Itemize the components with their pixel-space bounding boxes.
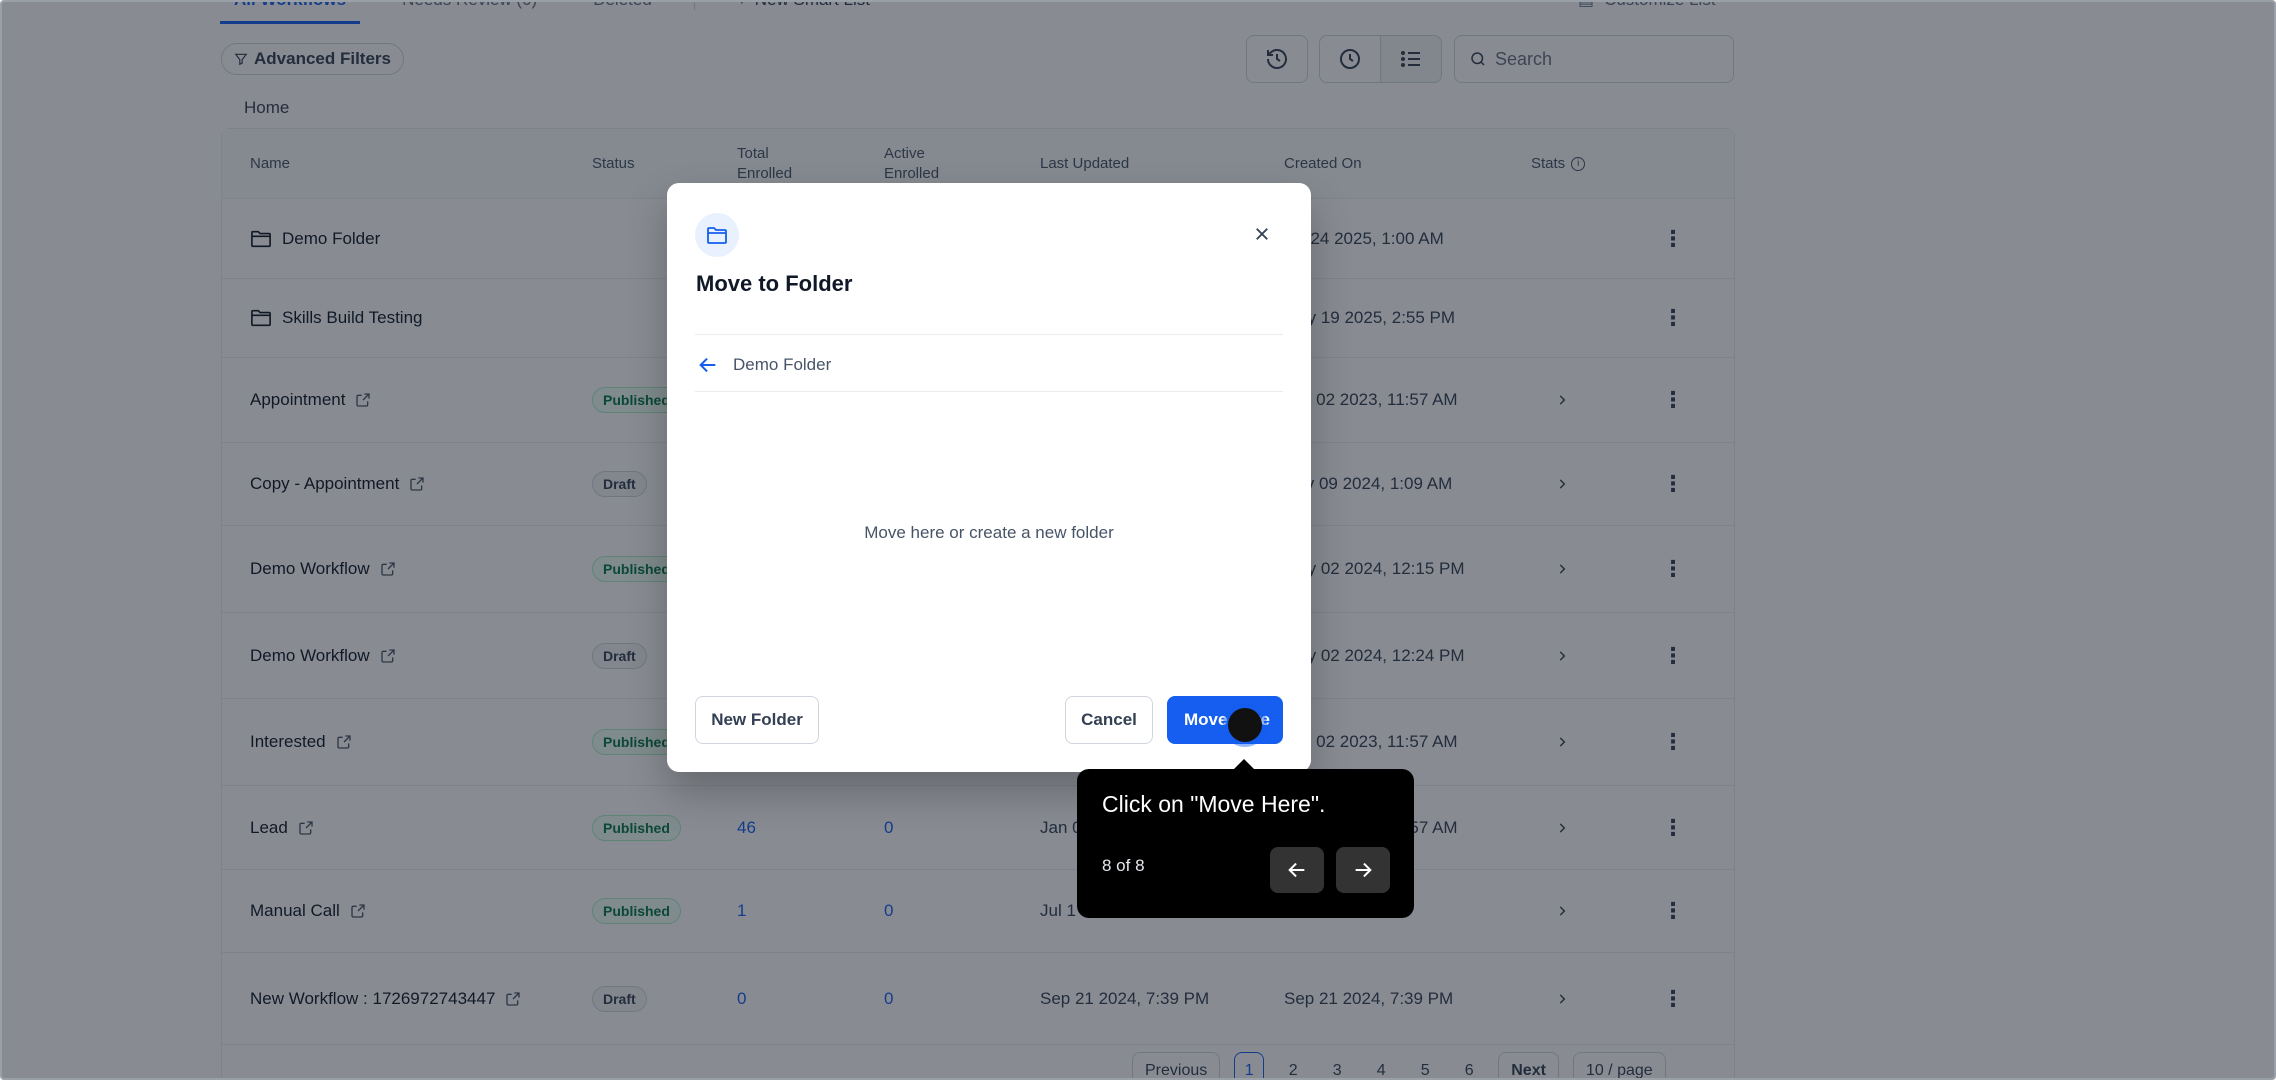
move-here-button[interactable]: Move Here <box>1167 696 1283 744</box>
tooltip-step-counter: 8 of 8 <box>1102 856 1145 875</box>
move-to-folder-modal: Move to Folder Demo Folder Move here or … <box>667 183 1311 772</box>
tooltip-instruction: Click on "Move Here". <box>1102 791 1326 817</box>
tooltip-previous-button[interactable] <box>1270 847 1324 893</box>
modal-divider <box>695 391 1283 392</box>
arrow-left-icon <box>1288 862 1305 878</box>
current-folder-name: Demo Folder <box>733 355 832 374</box>
walkthrough-tooltip: Click on "Move Here". 8 of 8 <box>1077 759 1414 918</box>
modal-divider <box>695 334 1283 335</box>
workflows-page: All Workflows Needs Review (0) Deleted +… <box>0 0 2276 1080</box>
click-indicator <box>1228 708 1262 742</box>
folder-breadcrumb: Demo Folder <box>695 351 831 379</box>
close-icon[interactable] <box>1247 219 1277 249</box>
empty-folder-message: Move here or create a new folder <box>864 523 1114 542</box>
arrow-right-icon <box>1355 862 1372 878</box>
tooltip-next-button[interactable] <box>1336 847 1390 893</box>
modal-title: Move to Folder <box>696 271 853 296</box>
back-arrow-icon[interactable] <box>695 352 721 378</box>
tooltip-caret <box>1233 759 1255 770</box>
new-folder-button[interactable]: New Folder <box>695 696 819 744</box>
folder-icon <box>695 213 739 257</box>
cancel-button[interactable]: Cancel <box>1065 696 1153 744</box>
